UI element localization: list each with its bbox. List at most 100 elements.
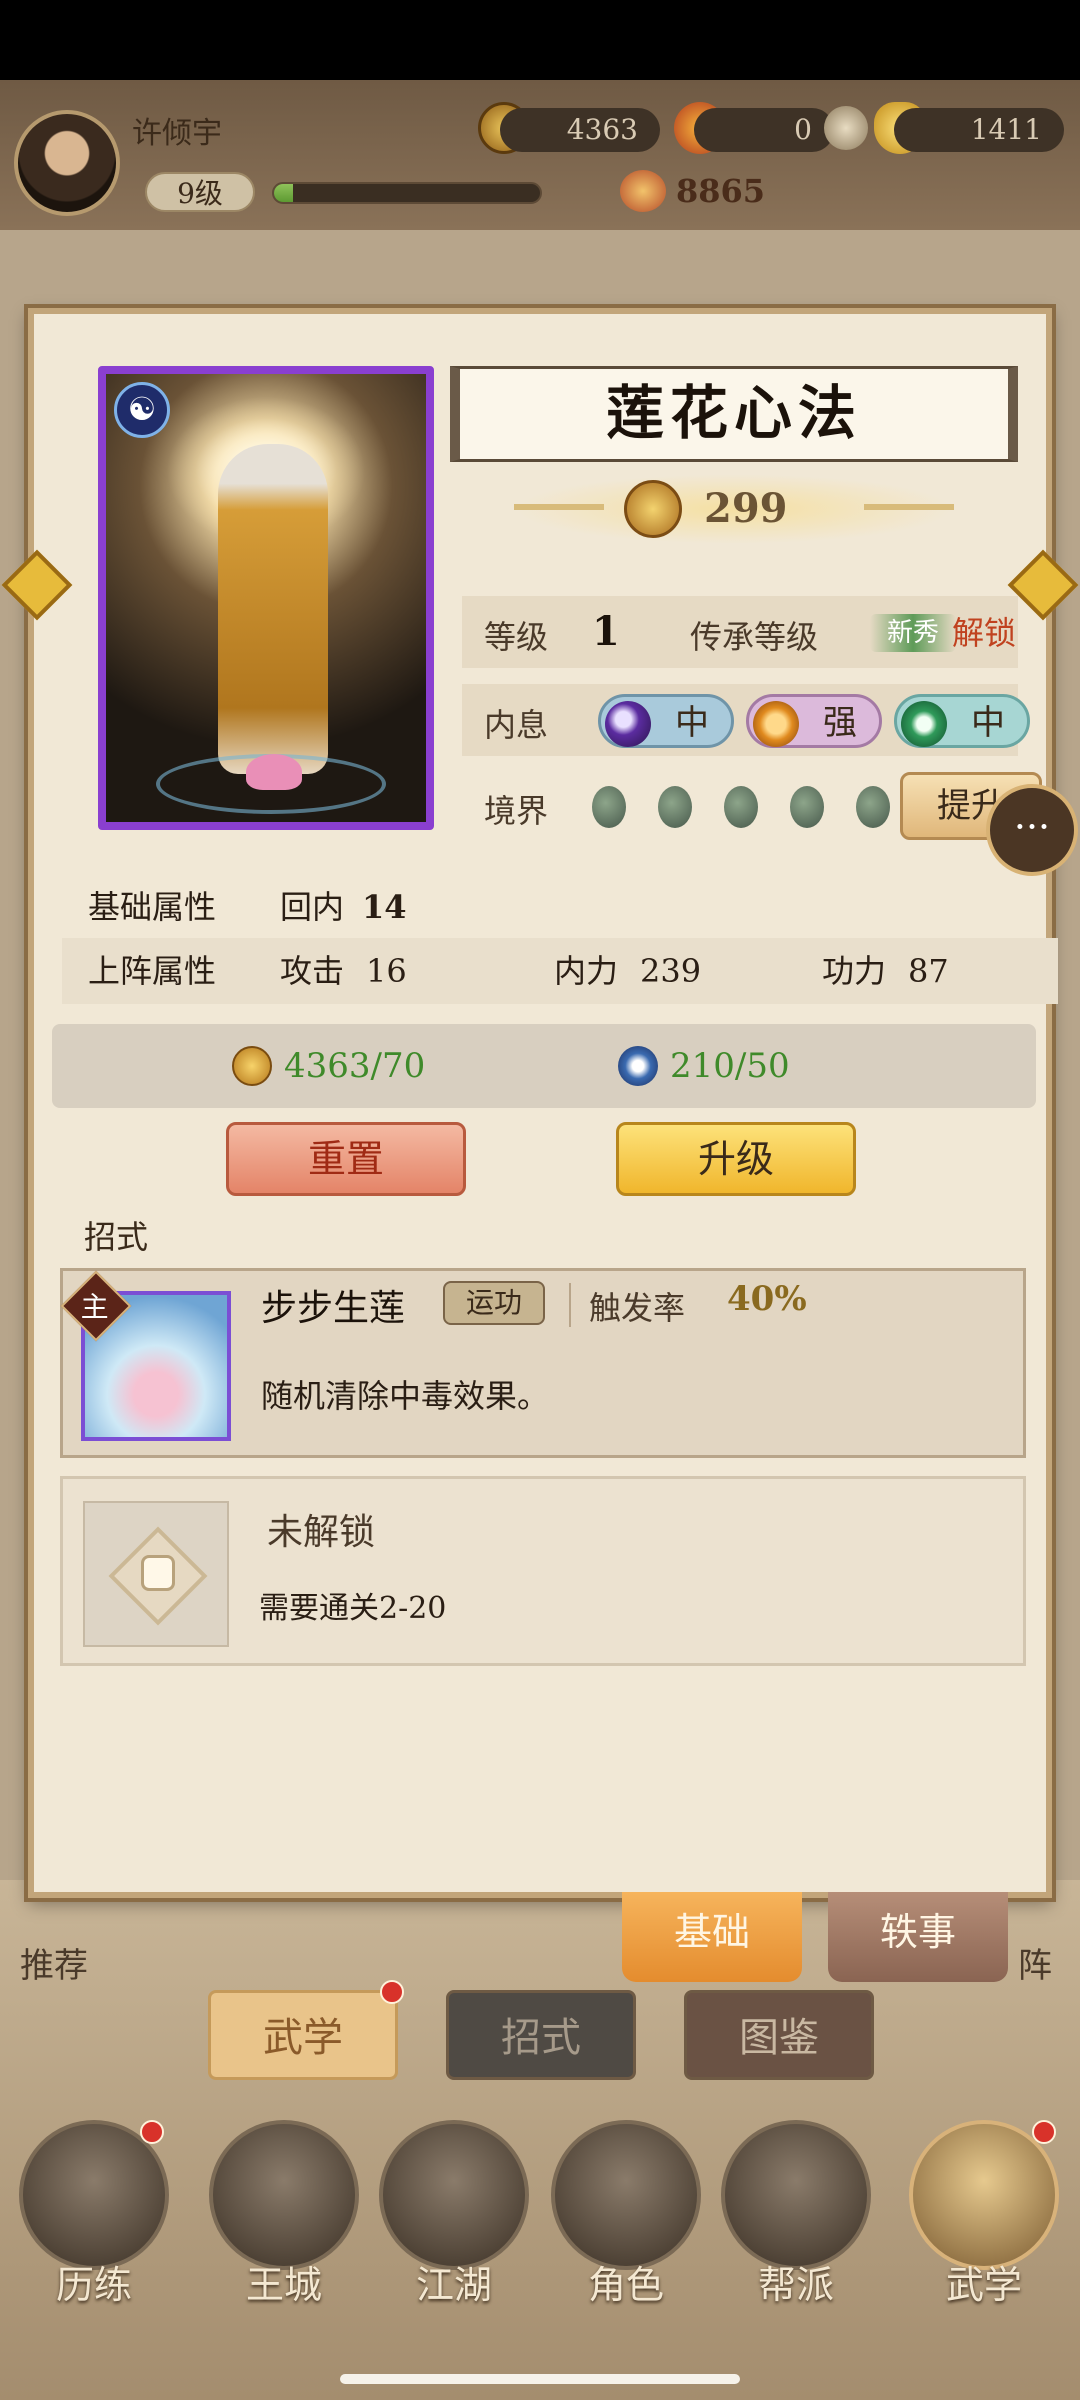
neixi-row: 内息 中 强 中 — [462, 684, 1030, 756]
realm-drop-4 — [790, 786, 824, 828]
nav-lilian-label: 历练 — [55, 2263, 132, 2307]
skill-detail-modal: ☯ 莲花心法 299 等级 1 传承等级 新秀 解锁 内息 中 强 中 境界 提… — [28, 308, 1058, 1898]
moon-icon — [605, 701, 651, 747]
game-screen: 许倾宇 9级 4363 0 1411 8865 推荐 阵 武学 招式 图鉴 历练… — [0, 0, 1080, 2400]
neixi-label: 内息 — [484, 706, 549, 744]
level-up-button[interactable]: 升级 — [616, 1122, 856, 1196]
tab-zhaoshi[interactable]: 招式 — [446, 1990, 636, 2080]
nav-bangpai[interactable]: 帮派 — [716, 2120, 876, 2320]
move-type-tag: 运功 — [443, 1281, 545, 1325]
scrolls-icon — [909, 2120, 1059, 2270]
rookie-badge: 新秀 — [870, 614, 956, 652]
locked-title: 未解锁 — [267, 1512, 376, 1553]
move-card[interactable]: 主 步步生莲 运功 触发率 40% 随机清除中毒效果。 — [60, 1268, 1026, 1458]
attack-value: 16 — [366, 952, 407, 990]
nav-lilian[interactable]: 历练 — [14, 2120, 174, 2320]
trigger-rate-value: 40% — [727, 1279, 807, 1319]
coin-balance[interactable]: 4363 — [500, 108, 660, 152]
nav-lilian-red-dot — [140, 2120, 164, 2144]
monk-figure-art — [218, 444, 328, 774]
power-flame-icon — [620, 170, 666, 212]
ornament-right — [864, 504, 954, 510]
xp-bar-fill — [274, 184, 293, 202]
base-attributes: 基础属性 回内 14 — [62, 874, 1058, 940]
realm-drop-5 — [856, 786, 890, 828]
sword-medal-icon — [624, 480, 682, 538]
skill-card-art: ☯ — [98, 366, 434, 830]
divider — [569, 1283, 571, 1327]
battle-attr-label: 上阵属性 — [88, 952, 217, 990]
tab-tujian[interactable]: 图鉴 — [684, 1990, 874, 2080]
essence-cost: 210/50 — [670, 1046, 790, 1086]
skill-score-value: 299 — [704, 485, 788, 532]
chat-bubble-icon[interactable]: ··· — [986, 784, 1078, 876]
level-label: 等级 — [484, 618, 549, 656]
sword-icon — [379, 2120, 529, 2270]
essence-icon — [618, 1046, 658, 1086]
reset-button[interactable]: 重置 — [226, 1122, 466, 1196]
battle-attributes: 上阵属性 攻击 16 内力 239 功力 87 — [62, 938, 1058, 1004]
move-name: 步步生莲 — [261, 1288, 406, 1329]
ingot-balance[interactable]: 1411 — [894, 108, 1064, 152]
player-avatar[interactable] — [14, 110, 120, 216]
nav-jianghu[interactable]: 江湖 — [374, 2120, 534, 2320]
tab-wuxue[interactable]: 武学 — [208, 1990, 398, 2080]
lotus-art — [246, 754, 302, 790]
neixi-pill-2[interactable]: 强 — [746, 694, 882, 748]
locked-move-card[interactable]: 未解锁 需要通关2-20 — [60, 1476, 1026, 1666]
level-value: 1 — [592, 608, 620, 655]
nav-wuxue-red-dot — [1032, 2120, 1056, 2144]
realm-drop-1 — [592, 786, 626, 828]
tab-wuxue-red-dot — [380, 1980, 404, 2004]
ornament-left — [514, 504, 604, 510]
player-header: 许倾宇 9级 4363 0 1411 8865 — [0, 80, 1080, 230]
neixi-value-1: 中 — [675, 703, 709, 743]
side-label-formation[interactable]: 阵 — [1018, 1938, 1052, 1987]
level-row: 等级 1 传承等级 新秀 解锁 — [462, 596, 1018, 668]
gongli-label: 功力 — [822, 952, 887, 990]
silver-ingot-icon — [824, 106, 868, 150]
jade-ring-icon — [901, 701, 947, 747]
tab-basic[interactable]: 基础 — [622, 1892, 802, 1982]
neixi-value-3: 中 — [971, 703, 1005, 743]
realm-drop-3 — [724, 786, 758, 828]
nav-wuxue-label: 武学 — [945, 2263, 1022, 2307]
nav-juese-label: 角色 — [587, 2263, 664, 2307]
xp-bar — [272, 182, 542, 204]
neili-label: 内力 — [554, 952, 619, 990]
lock-icon — [141, 1555, 175, 1591]
nav-wangcheng-label: 王城 — [245, 2263, 322, 2307]
player-level-badge: 9级 — [145, 172, 255, 212]
unlock-requirement: 需要通关2-20 — [259, 1591, 447, 1626]
neixi-pill-1[interactable]: 中 — [598, 694, 734, 748]
coin-icon — [232, 1046, 272, 1086]
sun-icon — [753, 701, 799, 747]
moves-section-label: 招式 — [84, 1218, 149, 1256]
neixi-value-2: 强 — [823, 703, 857, 743]
realm-row: 境界 提升 — [462, 770, 1042, 842]
inherit-level-label: 传承等级 — [690, 618, 819, 656]
nav-juese[interactable]: 角色 — [546, 2120, 706, 2320]
tab-anecdote[interactable]: 轶事 — [828, 1892, 1008, 1982]
realm-label: 境界 — [484, 792, 549, 830]
flame-balance[interactable]: 0 — [694, 108, 834, 152]
nav-wuxue[interactable]: 武学 — [904, 2120, 1064, 2320]
status-bar — [0, 0, 1080, 80]
nav-jianghu-label: 江湖 — [415, 2263, 492, 2307]
nav-wangcheng[interactable]: 王城 — [204, 2120, 364, 2320]
coin-cost: 4363/70 — [284, 1046, 426, 1086]
combat-power-value: 8865 — [676, 172, 766, 210]
side-label-recommend[interactable]: 推荐 — [20, 1938, 88, 1987]
base-attr-label: 基础属性 — [88, 888, 217, 926]
gongli-value: 87 — [908, 952, 949, 990]
trigger-rate-label: 触发率 — [589, 1289, 686, 1327]
base-attr-name: 回内 — [280, 888, 345, 926]
home-indicator[interactable] — [340, 2374, 740, 2384]
main-move-badge-text: 主 — [80, 1290, 109, 1324]
unlock-link[interactable]: 解锁 — [952, 608, 1016, 654]
attack-label: 攻击 — [280, 952, 345, 990]
yin-yang-icon: ☯ — [114, 382, 170, 438]
neixi-pill-3[interactable]: 中 — [894, 694, 1030, 748]
city-gate-icon — [209, 2120, 359, 2270]
base-attr-value: 14 — [362, 888, 407, 926]
